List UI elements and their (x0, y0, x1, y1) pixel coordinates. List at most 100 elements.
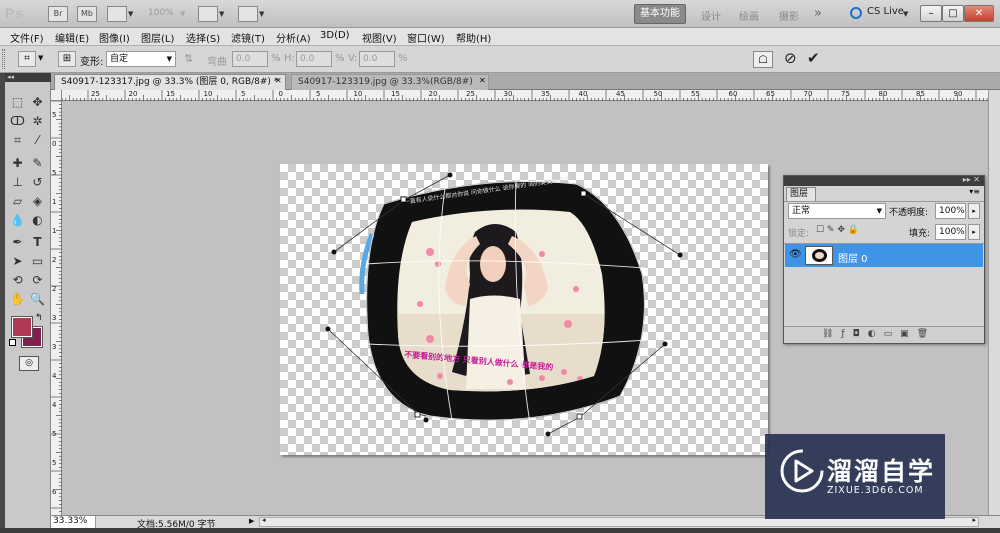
chevron-down-icon[interactable]: ▼ (128, 10, 133, 18)
fill-input[interactable]: 100% (935, 224, 966, 240)
foreground-color-swatch[interactable] (11, 316, 33, 338)
arrange-documents-icon[interactable] (198, 6, 218, 22)
chevron-down-icon[interactable]: ▼ (38, 54, 43, 62)
menu-help[interactable]: 帮助(H) (456, 30, 491, 45)
menu-3d[interactable]: 3D(D) (320, 30, 350, 41)
workspace-photography[interactable]: 摄影 (779, 8, 799, 23)
close-tab-icon[interactable]: ✕ (479, 76, 486, 85)
zoom-tool-icon[interactable]: 🔍 (29, 291, 46, 308)
cancel-transform-icon[interactable]: ⊘ (784, 49, 797, 67)
workspace-painting[interactable]: 绘画 (739, 8, 759, 23)
workspace-design[interactable]: 设计 (701, 8, 721, 23)
hand-tool-icon[interactable]: ✋ (9, 291, 26, 308)
3d-rotate-tool-icon[interactable]: ⟲ (9, 272, 26, 289)
change-orientation-icon[interactable]: ⇅ (184, 52, 193, 65)
zoom-field[interactable]: 33.33% (51, 516, 96, 528)
maximize-button[interactable]: □ (942, 5, 964, 22)
history-brush-tool-icon[interactable]: ↺ (29, 174, 46, 191)
paint-bucket-tool-icon[interactable]: ◈ (29, 193, 46, 210)
vertical-scrollbar[interactable] (988, 90, 1000, 515)
dodge-tool-icon[interactable]: ◐ (29, 212, 46, 229)
menu-filter[interactable]: 滤镜(T) (231, 30, 265, 45)
layers-panel-header[interactable]: ▸▸ ✕ (784, 175, 984, 186)
ruler-number: 10 (203, 90, 213, 98)
clone-stamp-tool-icon[interactable]: ⊥ (9, 174, 26, 191)
fill-slider-button[interactable]: ▸ (968, 224, 980, 240)
menu-window[interactable]: 窗口(W) (407, 30, 445, 45)
scroll-left-icon[interactable]: ◂ (262, 516, 266, 524)
vertical-distortion-input[interactable]: 0.0 (359, 51, 395, 67)
menu-file[interactable]: 文件(F) (10, 30, 44, 45)
view-extras-icon[interactable] (107, 6, 127, 22)
crop-tool-icon[interactable]: ⌗ (9, 132, 26, 149)
menu-select[interactable]: 选择(S) (186, 30, 220, 45)
3d-orbit-tool-icon[interactable]: ⟳ (29, 272, 46, 289)
menu-layer[interactable]: 图层(L) (141, 30, 174, 45)
blend-mode-select[interactable]: 正常 ▼ (788, 203, 886, 219)
menu-analysis[interactable]: 分析(A) (276, 30, 311, 45)
warped-layer[interactable]: 一直有人说什么都对你说 问你做什么 说你要的 闻的美女的河流 不要看别的地方 只… (280, 164, 768, 455)
ruler-number: 5 (52, 459, 57, 467)
menu-edit[interactable]: 编辑(E) (55, 30, 89, 45)
menu-view[interactable]: 视图(V) (362, 30, 397, 45)
ruler-origin[interactable] (51, 90, 62, 101)
layer-thumbnail[interactable] (805, 246, 833, 265)
path-selection-tool-icon[interactable]: ➤ (9, 253, 26, 270)
close-tab-icon[interactable]: ✕ (275, 76, 282, 85)
horizontal-distortion-input[interactable]: 0.0 (296, 51, 332, 67)
warp-mode-icon[interactable]: ⊞ (58, 51, 76, 67)
workspace-essentials[interactable]: 基本功能 (634, 4, 686, 24)
swap-colors-icon[interactable]: ↰ (35, 313, 43, 323)
panel-menu-icon[interactable]: ▾≡ (969, 187, 980, 196)
pen-tool-icon[interactable]: ✒ (9, 234, 26, 251)
tab-document-1[interactable]: S40917-123317.jpg @ 33.3% (图层 0, RGB/8#)… (54, 74, 286, 90)
screen-mode-icon[interactable] (238, 6, 258, 22)
lock-options-icons[interactable]: ☐ ✎ ✥ 🔒 (816, 225, 859, 235)
move-tool-icon[interactable]: ✥ (29, 94, 46, 111)
opacity-input[interactable]: 100% (935, 203, 966, 219)
document-canvas[interactable]: 一直有人说什么都对你说 问你做什么 说你要的 闻的美女的河流 不要看别的地方 只… (280, 164, 768, 455)
bend-input[interactable]: 0.0 (232, 51, 268, 67)
bridge-icon[interactable]: Br (48, 6, 68, 22)
quick-mask-icon[interactable]: ◎ (19, 356, 39, 371)
menu-image[interactable]: 图像(I) (99, 30, 130, 45)
scroll-right-icon[interactable]: ▸ (972, 516, 976, 524)
mini-bridge-icon[interactable]: Mb (77, 6, 97, 22)
warp-style-select[interactable]: 自定 ▼ (106, 51, 176, 67)
close-button[interactable]: ✕ (964, 5, 994, 22)
eyedropper-tool-icon[interactable]: ⁄ (29, 132, 46, 149)
blur-tool-icon[interactable]: 💧 (9, 212, 26, 229)
chevron-down-icon[interactable]: ▼ (180, 10, 185, 18)
ruler-number: 5 (316, 90, 321, 98)
panel-collapse-icon[interactable]: ▸▸ ✕ (963, 175, 980, 184)
default-colors-icon[interactable] (9, 339, 16, 346)
warp-tool-preset-icon[interactable]: ⌗ (18, 51, 36, 67)
ruler-number: 70 (803, 90, 813, 98)
switch-warp-mode-icon[interactable]: ☖ (753, 51, 773, 68)
options-grip[interactable] (2, 49, 5, 69)
status-menu-icon[interactable]: ▶ (249, 517, 254, 525)
marquee-tool-icon[interactable]: ⬚ (9, 94, 26, 111)
zoom-level-select[interactable]: 100% (148, 8, 174, 18)
brush-tool-icon[interactable]: ✎ (29, 155, 46, 172)
tab-layers[interactable]: 图层 (786, 187, 816, 201)
type-tool-icon[interactable]: T (29, 234, 46, 251)
opacity-slider-button[interactable]: ▸ (968, 203, 980, 219)
visibility-eye-icon[interactable]: 👁 (789, 249, 802, 260)
layer-name[interactable]: 图层 0 (838, 250, 868, 265)
chevron-down-icon[interactable]: ▼ (259, 10, 264, 18)
magic-wand-tool-icon[interactable]: ✲ (29, 113, 46, 130)
healing-brush-tool-icon[interactable]: ✚ (9, 155, 26, 172)
more-workspaces-icon[interactable]: » (814, 6, 822, 21)
layers-footer-icons[interactable]: ⛓ƒ◘◐▭▣🗑 (822, 329, 936, 339)
minimize-button[interactable]: – (920, 5, 942, 22)
chevron-down-icon[interactable]: ▼ (219, 10, 224, 18)
cs-live-button[interactable]: CS Live (867, 6, 904, 17)
tools-collapse-icon[interactable]: ◂◂ (5, 73, 51, 82)
shape-tool-icon[interactable]: ▭ (29, 253, 46, 270)
eraser-tool-icon[interactable]: ▱ (9, 193, 26, 210)
chevron-down-icon[interactable]: ▼ (903, 10, 908, 18)
tab-document-2[interactable]: S40917-123319.jpg @ 33.3%(RGB/8#) (291, 74, 489, 90)
commit-transform-icon[interactable]: ✔ (807, 49, 820, 67)
lasso-tool-icon[interactable]: ↀ (9, 113, 26, 130)
